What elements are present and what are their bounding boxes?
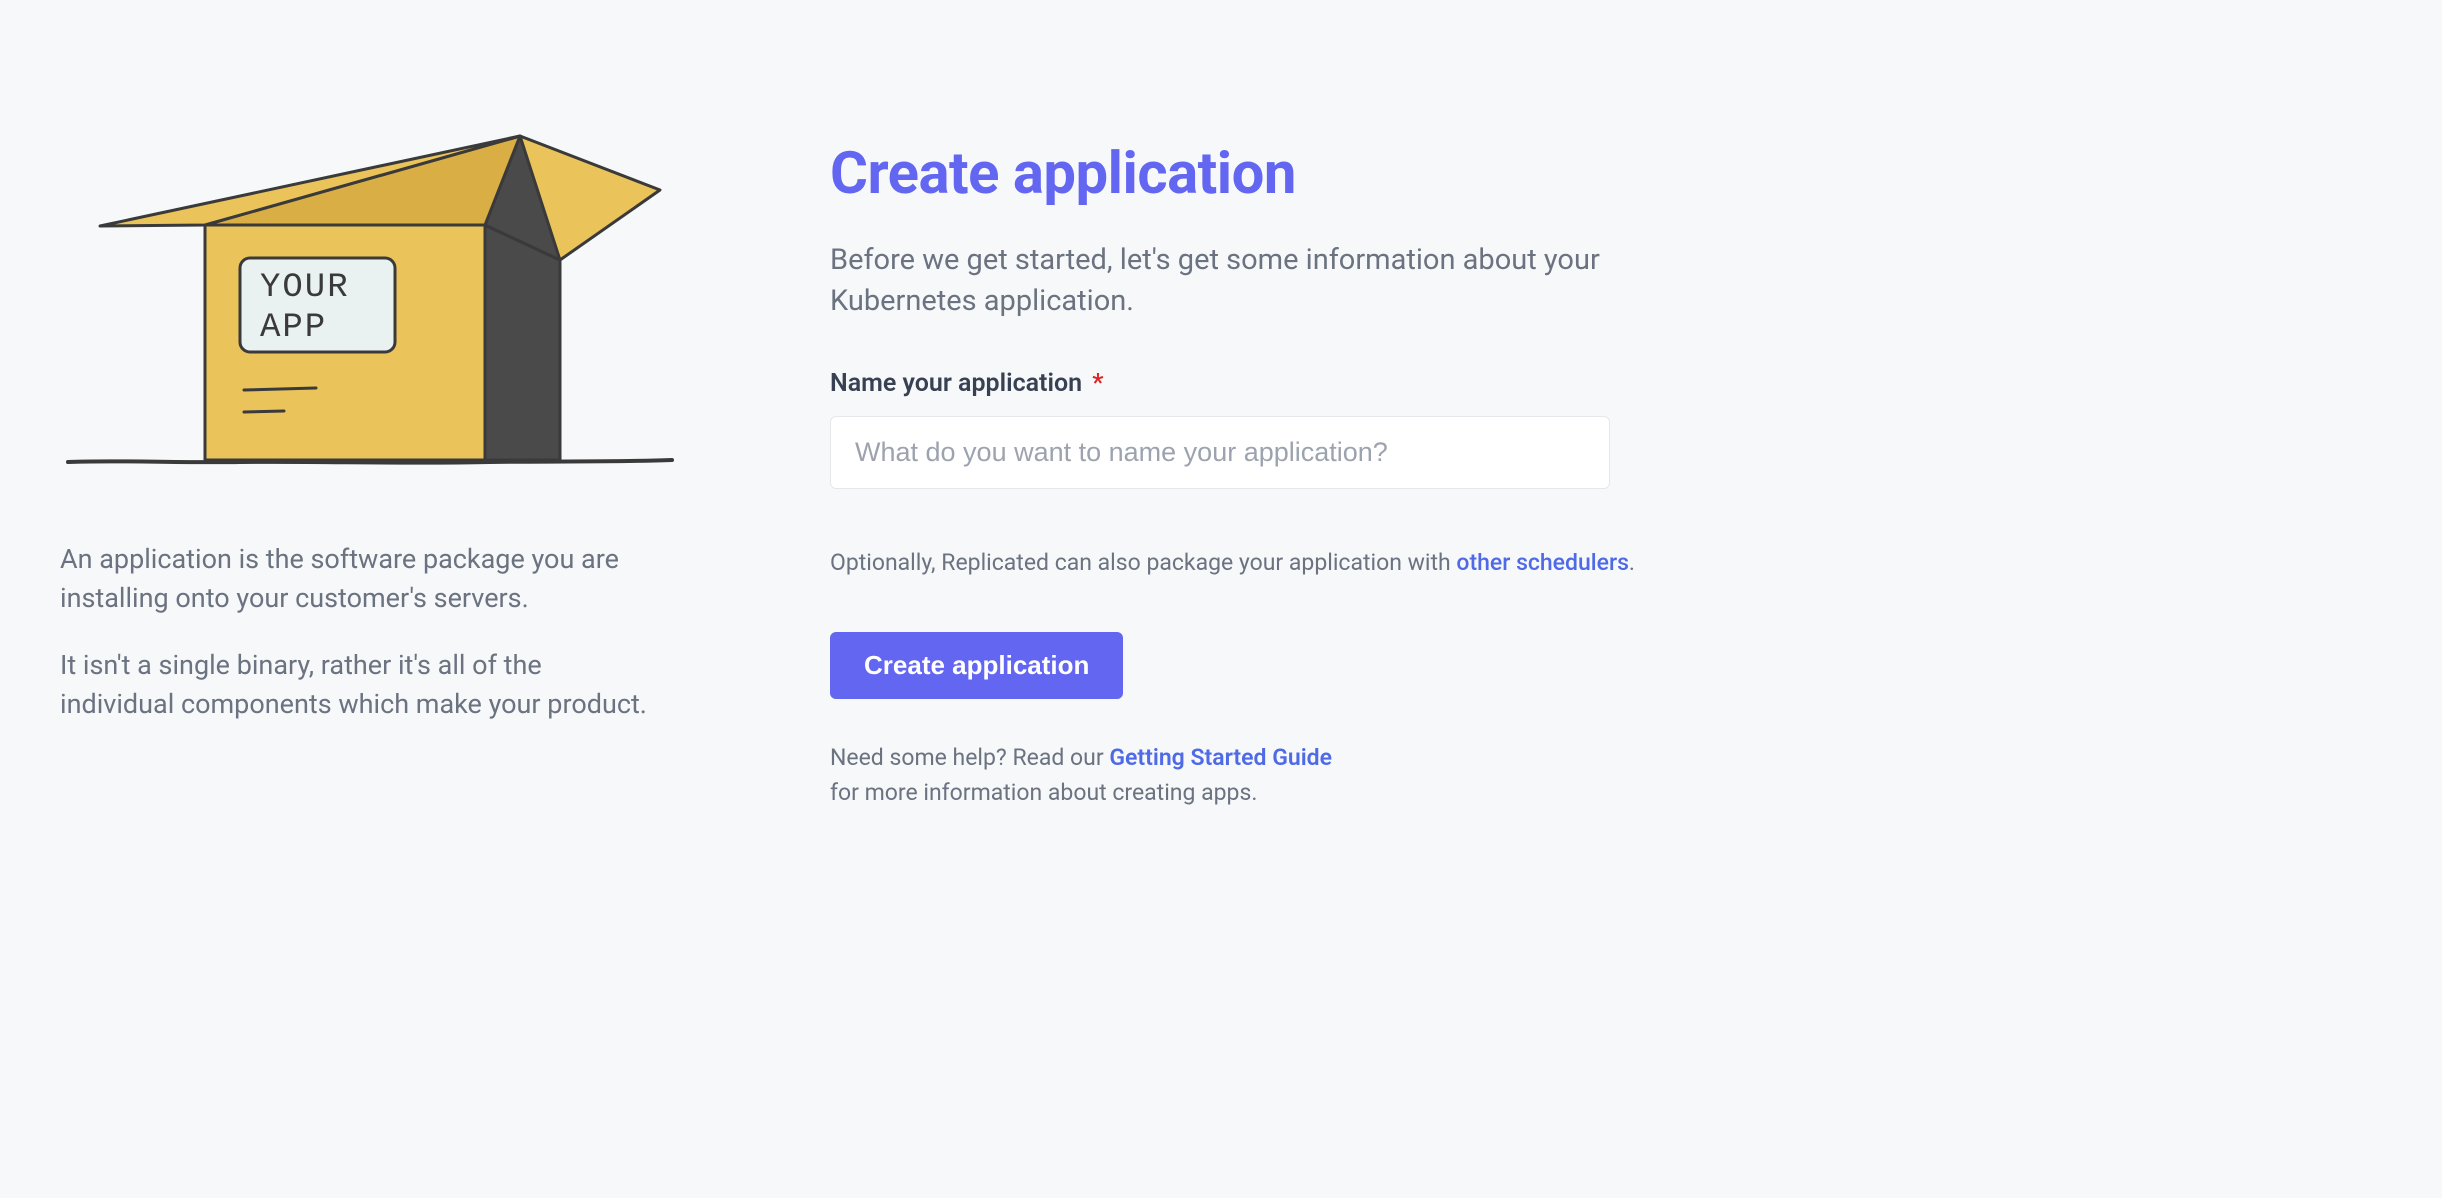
app-name-label-text: Name your application [830, 369, 1082, 398]
app-name-label: Name your application * [830, 369, 2382, 398]
app-name-input[interactable] [830, 416, 1610, 489]
box-label-line2: APP [260, 309, 327, 347]
help-line: Need some help? Read our Getting Started… [830, 741, 2382, 810]
box-illustration: YOUR APP [60, 130, 680, 490]
right-column: Create application Before we get started… [830, 130, 2382, 810]
optional-suffix: . [1629, 549, 1635, 576]
getting-started-guide-link[interactable]: Getting Started Guide [1109, 744, 1332, 771]
other-schedulers-link[interactable]: other schedulers [1456, 549, 1629, 576]
help-suffix: for more information about creating apps… [830, 779, 1257, 806]
page-lead: Before we get started, let's get some in… [830, 240, 1610, 321]
left-column: YOUR APP An application is the software … [60, 130, 710, 753]
intro-para-1: An application is the software package y… [60, 540, 660, 618]
required-asterisk: * [1092, 369, 1103, 398]
intro-para-2: It isn't a single binary, rather it's al… [60, 646, 660, 724]
help-prefix: Need some help? Read our [830, 744, 1109, 771]
box-label-line1: YOUR [260, 269, 350, 307]
optional-schedulers-line: Optionally, Replicated can also package … [830, 549, 2382, 576]
page-title: Create application [830, 140, 2382, 208]
create-application-page: YOUR APP An application is the software … [0, 0, 2442, 870]
create-application-button[interactable]: Create application [830, 632, 1123, 699]
optional-prefix: Optionally, Replicated can also package … [830, 549, 1456, 576]
